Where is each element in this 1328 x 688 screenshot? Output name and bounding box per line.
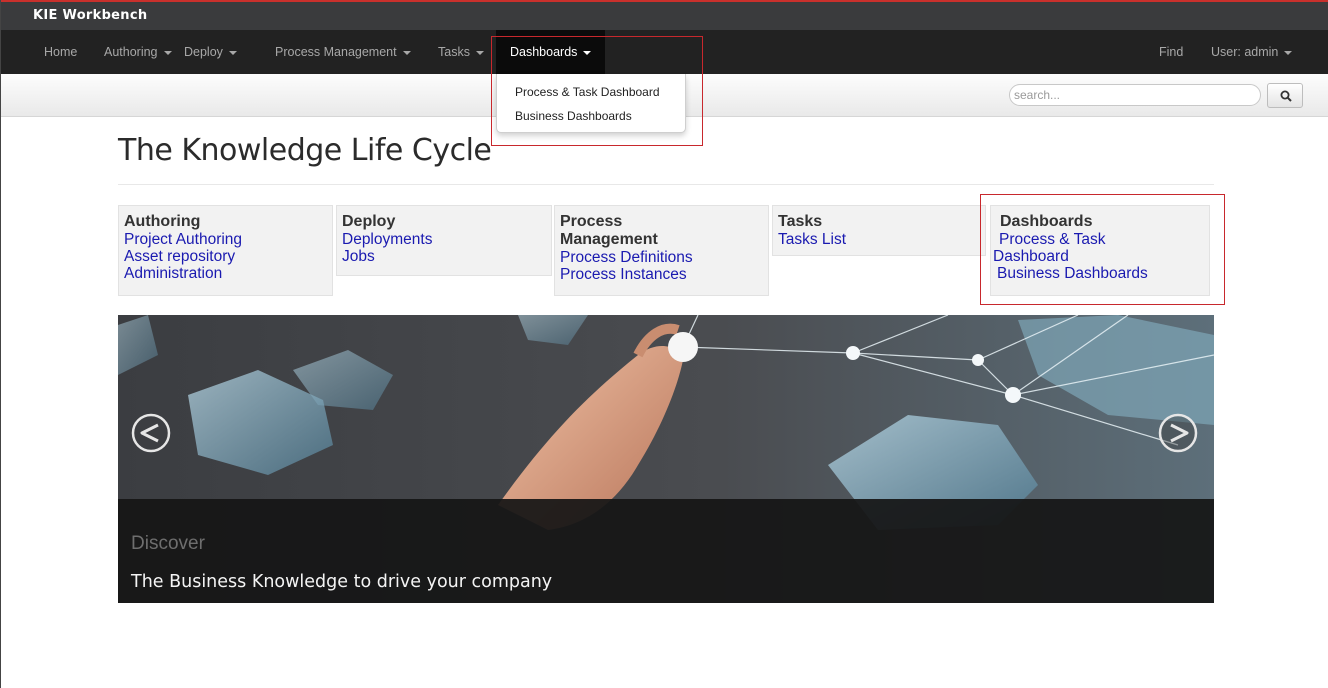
caret-down-icon (402, 50, 411, 55)
nav-dashboards-label: Dashboards (510, 45, 578, 59)
caret-down-icon (1284, 50, 1293, 55)
main-navbar: Home Authoring Deploy Process Management… (1, 30, 1328, 74)
search-button[interactable] (1267, 83, 1303, 108)
tile-authoring-title: Authoring (124, 213, 201, 230)
nav-tasks-label: Tasks (438, 45, 470, 59)
search-input[interactable] (1009, 84, 1261, 106)
search-icon (1280, 90, 1292, 102)
tile-authoring: Authoring Project Authoring Asset reposi… (118, 205, 333, 296)
nav-deploy[interactable]: Deploy (184, 30, 237, 74)
caption-title: Discover (131, 533, 205, 554)
menu-item-business-dashboards[interactable]: Business Dashboards (515, 109, 632, 123)
nav-authoring-label: Authoring (104, 45, 158, 59)
nav-find[interactable]: Find (1159, 30, 1183, 74)
nav-process-management[interactable]: Process Management (275, 30, 411, 74)
hero-carousel: Discover The Business Knowledge to drive… (118, 315, 1214, 603)
link-process-instances[interactable]: Process Instances (560, 266, 768, 283)
link-tasks-list[interactable]: Tasks List (778, 231, 985, 248)
menu-item-process-task-dashboard[interactable]: Process & Task Dashboard (515, 85, 660, 99)
tile-tasks-title: Tasks (778, 213, 823, 230)
nav-user-label: User: admin (1211, 45, 1279, 59)
nav-dashboards[interactable]: Dashboards (496, 30, 606, 74)
link-project-authoring[interactable]: Project Authoring (124, 231, 332, 248)
tile-process-management-title-line1: Process (560, 213, 623, 230)
chevron-right-circle-icon[interactable] (1158, 413, 1198, 453)
app-title: KIE Workbench (33, 8, 148, 23)
tile-process-management: Process Management Process Definitions P… (554, 205, 769, 296)
link-administration[interactable]: Administration (124, 265, 332, 282)
link-business-dashboards[interactable]: Business Dashboards (993, 265, 1209, 282)
link-jobs[interactable]: Jobs (342, 248, 551, 265)
link-process-task-dashboard[interactable]: Process & Task (993, 231, 1209, 248)
tile-dashboards-title: Dashboards (1000, 213, 1093, 230)
title-divider (118, 184, 1214, 185)
tile-dashboards: Dashboards Process & Task Dashboard Busi… (990, 205, 1210, 296)
nav-tasks[interactable]: Tasks (438, 30, 484, 74)
link-deployments[interactable]: Deployments (342, 231, 551, 248)
dashboards-dropdown-menu: Process & Task Dashboard Business Dashbo… (496, 74, 686, 133)
link-process-task-dashboard-line2[interactable]: Dashboard (993, 248, 1209, 265)
page-title: The Knowledge Life Cycle (118, 133, 492, 168)
link-process-definitions[interactable]: Process Definitions (560, 249, 768, 266)
nav-authoring[interactable]: Authoring (104, 30, 172, 74)
title-bar: KIE Workbench (1, 2, 1328, 30)
chevron-left-circle-icon[interactable] (131, 413, 171, 453)
tile-deploy: Deploy Deployments Jobs (336, 205, 552, 276)
carousel-caption: Discover The Business Knowledge to drive… (118, 499, 1214, 603)
nav-deploy-label: Deploy (184, 45, 223, 59)
tile-process-management-title-line2: Management (560, 231, 658, 248)
caret-down-icon (475, 50, 484, 55)
caret-down-icon (163, 50, 172, 55)
caret-down-icon (228, 50, 237, 55)
tile-deploy-title: Deploy (342, 213, 396, 230)
link-asset-repository[interactable]: Asset repository (124, 248, 332, 265)
tile-tasks: Tasks Tasks List (772, 205, 986, 256)
nav-process-management-label: Process Management (275, 45, 397, 59)
nav-user-menu[interactable]: User: admin (1211, 30, 1293, 74)
nav-home[interactable]: Home (44, 30, 77, 74)
caret-down-icon (583, 50, 592, 55)
caption-text: The Business Knowledge to drive your com… (131, 572, 553, 592)
